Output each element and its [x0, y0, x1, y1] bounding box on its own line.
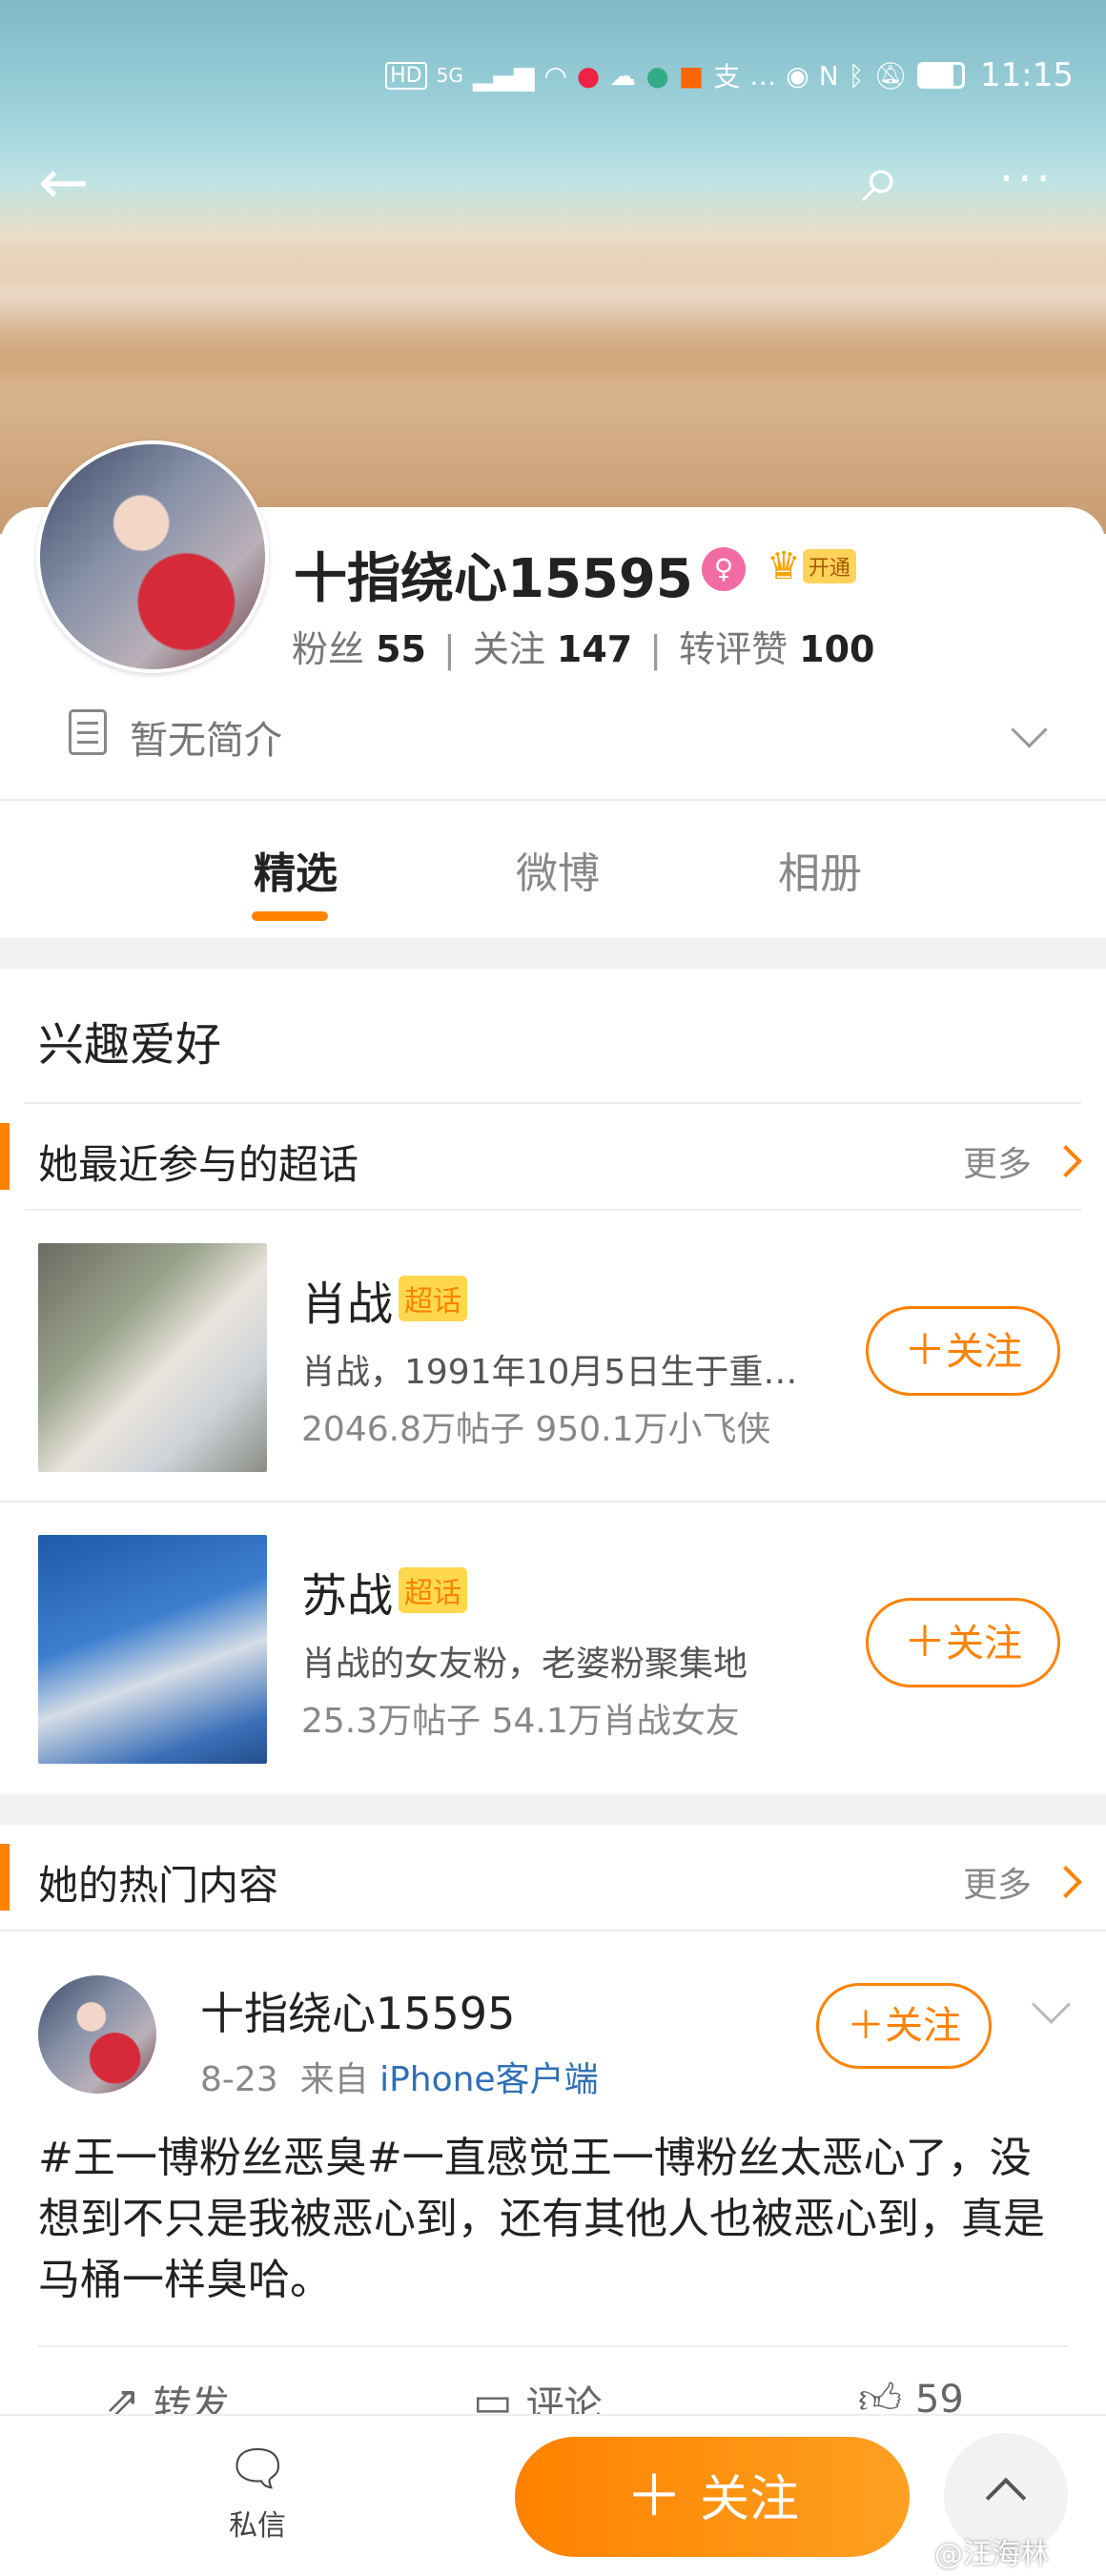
topic-description: 肖战的女友粉，老婆粉聚集地 — [301, 1645, 748, 1684]
super-topics-more-link[interactable]: 更多 — [963, 1136, 1082, 1186]
super-topic-badge: 超话 — [399, 1567, 467, 1613]
interests-title: 兴趣爱好 — [38, 1018, 222, 1072]
divider — [25, 1209, 1081, 1211]
follow-label: 关注 — [946, 1330, 1022, 1374]
back-arrow-icon[interactable]: ← — [38, 153, 90, 214]
section-accent-bar — [0, 1844, 10, 1911]
follow-label: 关注 — [699, 2471, 799, 2528]
tab-featured[interactable]: 精选 — [219, 839, 372, 900]
more-options-icon[interactable]: ··· — [999, 156, 1055, 202]
likes-stat[interactable]: 转评赞 100 — [679, 628, 874, 670]
following-count: 147 — [556, 628, 633, 670]
network-indicator: 5G — [436, 64, 463, 87]
section-accent-bar — [0, 1123, 10, 1190]
bluetooth-icon: ᛒ — [848, 59, 865, 92]
follow-label: 关注 — [946, 1622, 1022, 1666]
topic-image-suzhan[interactable] — [38, 1535, 267, 1764]
divider — [0, 799, 1106, 801]
female-gender-icon: ♀ — [702, 547, 746, 591]
signal-icon: ▂▄▆ — [472, 59, 535, 92]
follow-topic-button[interactable]: ＋关注 — [866, 1598, 1060, 1687]
cloud-icon: ☁ — [609, 59, 637, 92]
post-author-name[interactable]: 十指绕心15595 — [200, 1979, 515, 2042]
super-topics-title: 她最近参与的超话 — [38, 1141, 359, 1188]
likes-count: 100 — [799, 628, 875, 670]
crown-icon: ♛ — [767, 544, 801, 588]
hot-content-more-link[interactable]: 更多 — [963, 1857, 1082, 1907]
topic-name[interactable]: 苏战 — [301, 1558, 393, 1625]
follow-author-button[interactable]: ＋关注 — [816, 1983, 992, 2069]
chevron-right-icon — [1050, 1866, 1082, 1898]
app-notification-icon: ● — [645, 59, 669, 92]
divider: | — [443, 628, 456, 670]
mute-icon: 🔕︎ — [873, 59, 909, 92]
watermark: @汪海林 — [934, 2538, 1049, 2571]
eye-icon: ◉ — [786, 59, 809, 92]
wifi-icon: ◠ — [543, 59, 567, 92]
profile-username: 十指绕心15595 — [294, 548, 693, 610]
battery-icon — [917, 62, 966, 89]
section-gap — [0, 1794, 1106, 1825]
super-topic-badge: 超话 — [399, 1276, 467, 1321]
message-button[interactable]: 🗨︎ 私信 — [219, 2443, 296, 2544]
topic-image-xiaozhan[interactable] — [38, 1243, 267, 1472]
post-from-label: 来自 — [299, 2060, 369, 2099]
more-label: 更多 — [963, 1145, 1033, 1184]
active-tab-indicator — [252, 911, 328, 921]
topic-name[interactable]: 肖战 — [301, 1266, 393, 1333]
post-author-avatar[interactable] — [38, 1975, 156, 2094]
follow-label: 关注 — [885, 2004, 961, 2048]
document-icon — [69, 709, 107, 755]
fans-stat[interactable]: 粉丝 55 — [292, 628, 426, 670]
divider — [25, 1102, 1081, 1104]
nfc-icon: N — [818, 59, 839, 92]
plus-icon: ＋ — [904, 1618, 946, 1666]
divider — [0, 1501, 1106, 1503]
status-time: 11:15 — [980, 56, 1074, 94]
taobao-icon: ■ — [678, 59, 705, 92]
follow-user-button[interactable]: ＋ 关注 — [515, 2437, 910, 2557]
more-label: 更多 — [963, 1866, 1033, 1905]
message-label: 私信 — [229, 2509, 286, 2543]
following-label: 关注 — [472, 628, 545, 670]
topic-meta: 25.3万帖子 54.1万肖战女友 — [301, 1702, 740, 1741]
alipay-icon: 支 — [713, 61, 741, 92]
fans-count: 55 — [376, 628, 426, 670]
banner-sea — [0, 229, 1106, 362]
plus-icon: ＋ — [904, 1326, 946, 1375]
post-text: #王一博粉丝恶臭#一直感觉王一博粉丝太恶心了，没想到不只是我被恶心到，还有其他人… — [38, 2134, 1045, 2304]
profile-stats: 粉丝 55 | 关注 147 | 转评赞 100 — [292, 620, 875, 672]
chevron-up-icon — [985, 2477, 1027, 2519]
tab-album[interactable]: 相册 — [744, 839, 896, 900]
vip-open-label: 开通 — [802, 549, 856, 583]
chevron-right-icon — [1050, 1145, 1082, 1177]
hd-indicator: HD — [385, 61, 427, 90]
likes-label: 转评赞 — [679, 628, 789, 670]
plus-icon: ＋ — [847, 2004, 885, 2048]
post-source-link[interactable]: iPhone客户端 — [379, 2060, 599, 2099]
post-meta: 8-23 来自 iPhone客户端 — [200, 2052, 599, 2101]
app-notification-icon: ● — [576, 59, 601, 92]
avatar[interactable] — [36, 440, 269, 673]
section-gap — [0, 938, 1106, 969]
status-bar: HD 5G ▂▄▆ ◠ ● ☁ ● ■ 支 … ◉ N ᛒ 🔕︎ 11:15 — [330, 53, 1074, 97]
plus-icon: ＋ — [625, 2464, 683, 2530]
post-date: 8-23 — [200, 2060, 278, 2099]
profile-bio: 暂无简介 — [130, 719, 282, 763]
vip-open-badge[interactable]: ♛ 开通 — [767, 543, 871, 589]
chat-icon: 🗨︎ — [225, 2441, 289, 2498]
follow-topic-button[interactable]: ＋关注 — [866, 1306, 1060, 1396]
fans-label: 粉丝 — [292, 628, 365, 670]
search-icon[interactable]: ⌕ — [862, 143, 900, 212]
divider — [0, 1930, 1106, 1932]
divider: | — [649, 628, 663, 670]
topic-description: 肖战，1991年10月5日生于重… — [301, 1353, 798, 1392]
divider — [38, 2345, 1068, 2347]
topic-meta: 2046.8万帖子 950.1万小飞侠 — [301, 1410, 771, 1449]
hot-content-title: 她的热门内容 — [38, 1862, 279, 1909]
following-stat[interactable]: 关注 147 — [473, 628, 632, 670]
more-notifications-icon: … — [749, 59, 777, 92]
tab-weibo[interactable]: 微博 — [481, 839, 634, 900]
